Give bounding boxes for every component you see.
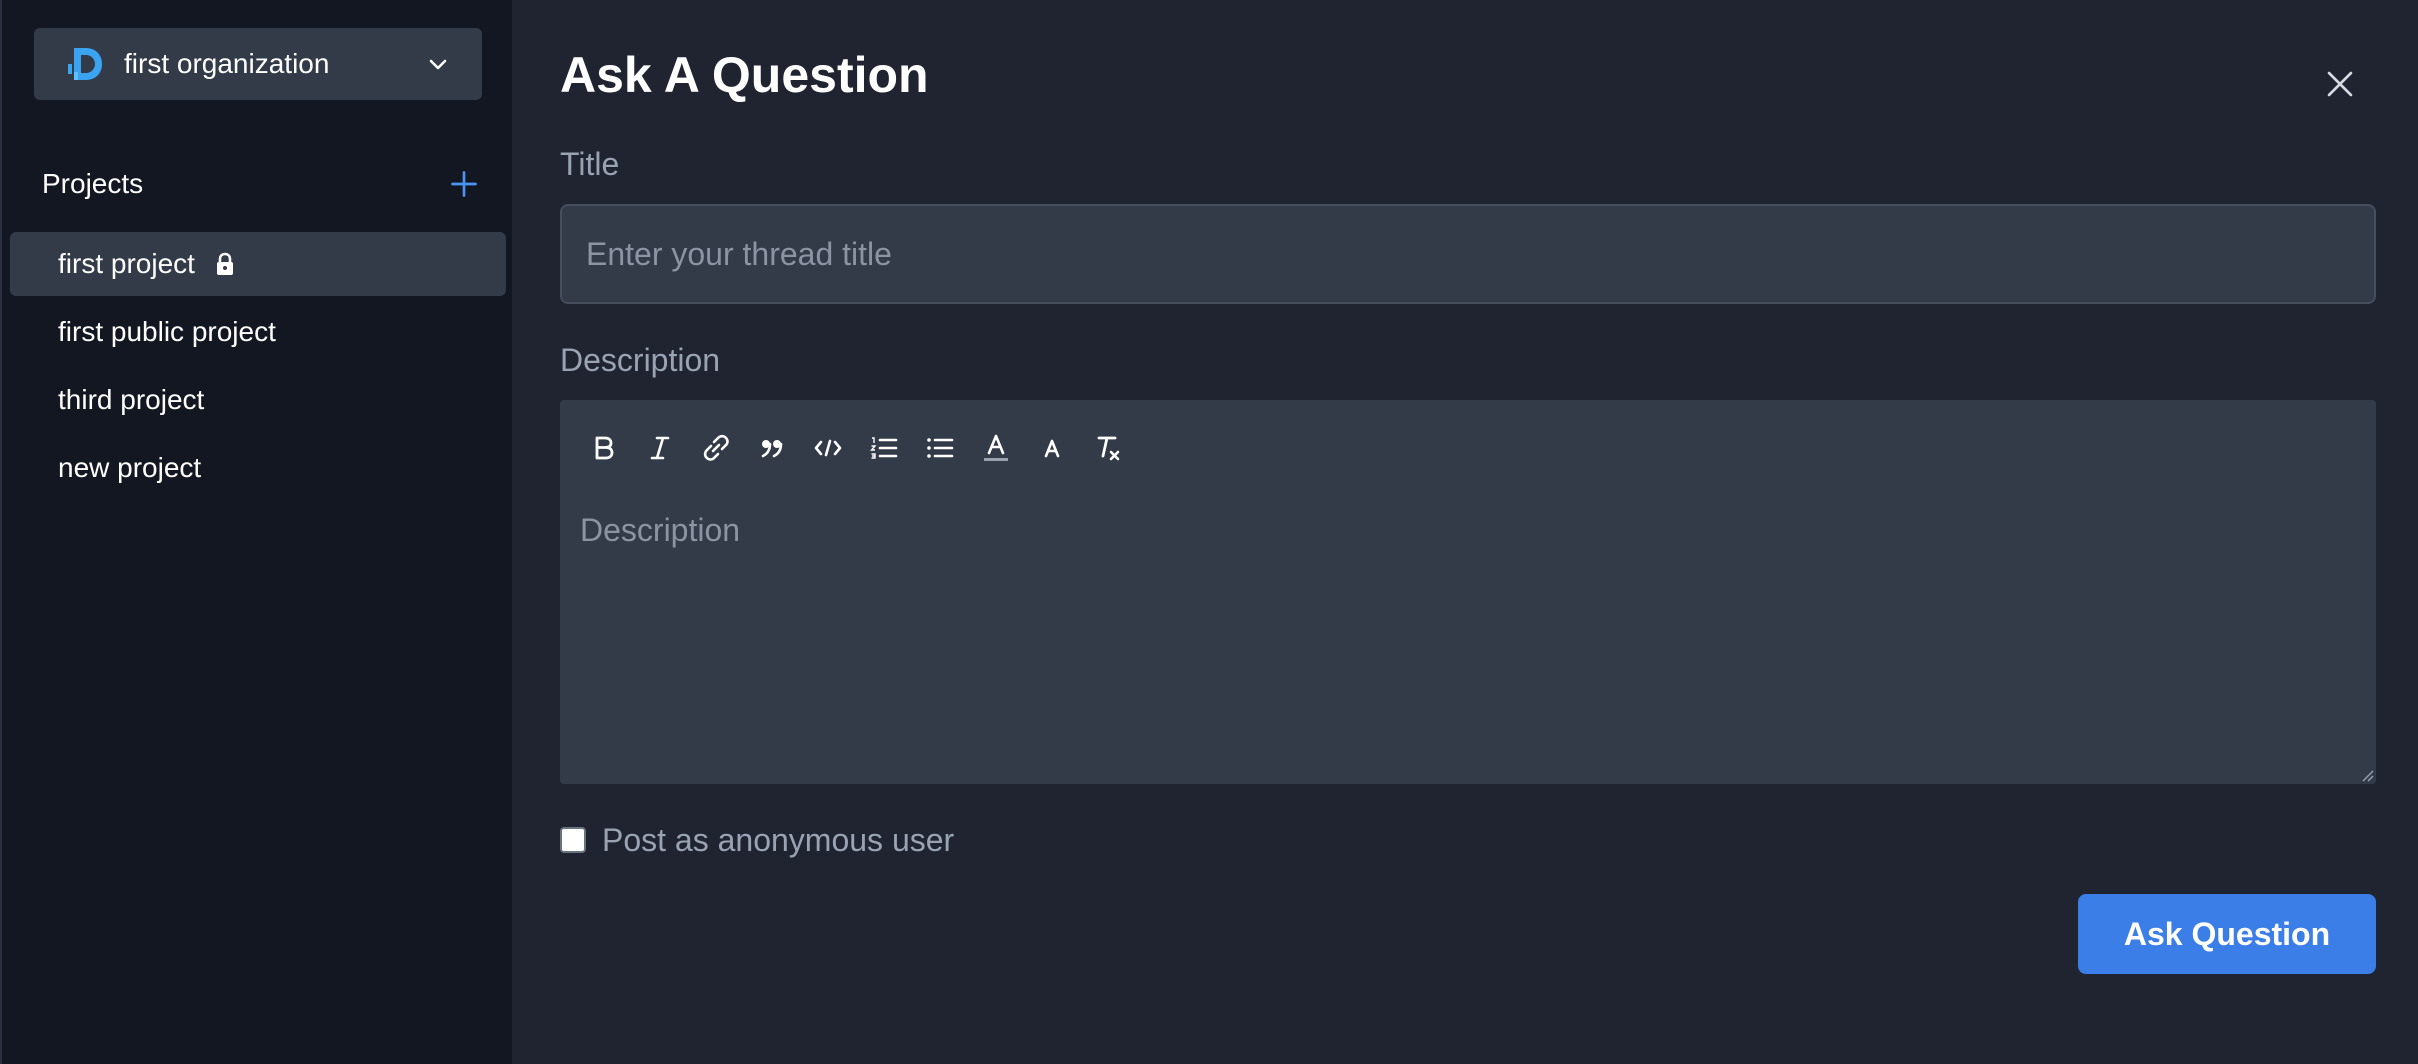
text-color-icon [984, 434, 1008, 461]
organization-switcher[interactable]: first organization [34, 28, 482, 100]
clear-format-button[interactable] [1080, 424, 1136, 472]
bold-button[interactable] [576, 424, 632, 472]
ordered-list-icon [869, 437, 898, 459]
font-size-button[interactable] [1024, 424, 1080, 472]
project-label: third project [58, 384, 205, 415]
project-item-new-project[interactable]: new project [10, 436, 506, 500]
project-item-first-public-project[interactable]: first public project [10, 300, 506, 364]
font-size-icon [1044, 439, 1060, 458]
code-icon [814, 439, 842, 457]
d-logo-icon [68, 48, 102, 80]
italic-icon [650, 436, 670, 460]
lock-icon [216, 252, 233, 275]
project-label: first project [58, 248, 195, 279]
close-button[interactable] [2318, 62, 2362, 106]
page-title: Ask A Question [560, 47, 929, 103]
project-list: first project first public project third… [10, 232, 506, 504]
project-label: new project [58, 452, 202, 483]
organization-name: first organization [124, 48, 330, 79]
title-label: Title [560, 146, 620, 182]
resize-handle-icon[interactable] [2358, 766, 2374, 782]
bold-icon [595, 436, 614, 460]
app-window: first organization Projects first projec… [0, 0, 2418, 1064]
text-color-button[interactable] [968, 424, 1024, 472]
chevron-down-icon [429, 59, 447, 70]
title-input[interactable] [560, 204, 2376, 304]
link-icon [703, 434, 729, 461]
project-label: first public project [58, 316, 276, 347]
bullet-list-icon [927, 438, 954, 458]
anonymous-label: Post as anonymous user [602, 821, 955, 858]
sidebar: first organization Projects first projec… [0, 0, 512, 1064]
project-item-first-project[interactable]: first project [10, 232, 506, 296]
ask-question-panel: Ask A Question Title Description [512, 0, 2418, 1064]
description-editor [560, 400, 2376, 784]
projects-header: Projects [42, 160, 482, 208]
plus-icon [451, 171, 477, 197]
description-label: Description [560, 342, 721, 378]
close-icon [2327, 71, 2353, 97]
italic-button[interactable] [632, 424, 688, 472]
editor-toolbar [576, 424, 1136, 472]
anonymous-option: Post as anonymous user [560, 822, 954, 858]
quote-button[interactable] [744, 424, 800, 472]
clear-format-icon [1097, 436, 1120, 461]
code-button[interactable] [800, 424, 856, 472]
description-input[interactable] [560, 500, 2376, 784]
add-project-button[interactable] [446, 166, 482, 202]
anonymous-checkbox[interactable] [560, 827, 586, 853]
ordered-list-button[interactable] [856, 424, 912, 472]
ask-question-button[interactable]: Ask Question [2078, 894, 2376, 974]
bullet-list-button[interactable] [912, 424, 968, 472]
link-button[interactable] [688, 424, 744, 472]
projects-title: Projects [42, 168, 144, 199]
quote-icon [761, 440, 783, 458]
project-item-third-project[interactable]: third project [10, 368, 506, 432]
